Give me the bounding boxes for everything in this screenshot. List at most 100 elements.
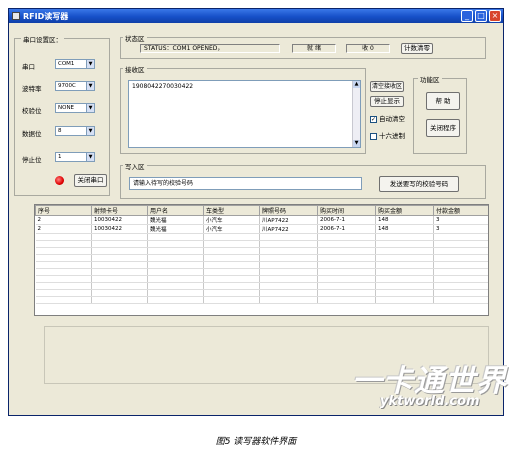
- stopbits-select[interactable]: 1 ▼: [55, 152, 95, 162]
- watermark-url: yktworld.com: [380, 394, 480, 409]
- table-cell: [203, 254, 260, 262]
- table-row[interactable]: [35, 282, 488, 290]
- table-cell: [433, 282, 488, 290]
- chevron-down-icon[interactable]: ▼: [86, 153, 94, 161]
- receive-scrollbar[interactable]: ▲ ▼: [352, 81, 360, 147]
- table-row[interactable]: [35, 268, 488, 276]
- table-row[interactable]: [35, 289, 488, 297]
- table-cell: [35, 268, 92, 276]
- table-cell: 2: [35, 224, 92, 234]
- status-ready-field: 就 绪: [292, 44, 336, 53]
- table-row[interactable]: [35, 261, 488, 269]
- table-cell: [375, 282, 434, 290]
- table-cell: [259, 240, 318, 248]
- table-row[interactable]: 2 10030422 魏光福 小汽车 川AP7422 2006-7-1 148 …: [35, 215, 488, 225]
- close-button[interactable]: ×: [489, 10, 501, 22]
- table-row[interactable]: [35, 247, 488, 255]
- close-port-button[interactable]: 关闭串口: [74, 174, 107, 187]
- status-count-field: 收 0: [346, 44, 390, 53]
- function-group: 功能区: [413, 74, 467, 154]
- table-cell: [91, 233, 148, 241]
- table-cell: [147, 268, 204, 276]
- chevron-down-icon[interactable]: ▼: [86, 127, 94, 135]
- parity-label: 校验位: [22, 107, 42, 115]
- scroll-down-icon[interactable]: ▼: [353, 140, 360, 147]
- hex-check-box: [370, 132, 377, 140]
- receive-group-label: 接收区: [123, 64, 147, 74]
- chevron-down-icon[interactable]: ▼: [86, 82, 94, 90]
- hex-label: 十六进制: [379, 132, 405, 140]
- table-cell: [317, 268, 376, 276]
- table-row[interactable]: 2 10030422 魏光福 小汽车 川AP7422 2006-7-1 148 …: [35, 224, 488, 234]
- databits-value: 8: [58, 128, 62, 134]
- table-cell: [35, 254, 92, 262]
- table-cell: [433, 289, 488, 297]
- port-settings-label: 串口设置区：: [21, 34, 64, 44]
- table-row[interactable]: [35, 240, 488, 248]
- table-cell: 2006-7-1: [317, 215, 376, 225]
- table-cell: 2006-7-1: [317, 224, 376, 234]
- port-value: COM1: [58, 61, 75, 67]
- write-input[interactable]: 请输入待写的校验号码: [129, 177, 362, 190]
- stop-display-button[interactable]: 停止显示: [370, 96, 404, 107]
- figure-caption: 图5 读写器软件界面: [215, 437, 297, 447]
- port-select[interactable]: COM1 ▼: [55, 59, 95, 69]
- table-cell: [35, 233, 92, 241]
- table-row[interactable]: [35, 275, 488, 283]
- table-cell: [375, 254, 434, 262]
- table-cell: [91, 240, 148, 248]
- col-header-payment[interactable]: 付款金额: [433, 205, 488, 216]
- table-cell: 小汽车: [203, 224, 260, 234]
- col-header-purchase-amount[interactable]: 购买金额: [375, 205, 434, 216]
- close-program-button[interactable]: 关闭程序: [426, 119, 460, 137]
- table-cell: [317, 282, 376, 290]
- table-cell: [147, 247, 204, 255]
- minimize-button[interactable]: _: [461, 10, 473, 22]
- hex-checkbox[interactable]: 十六进制: [370, 130, 405, 140]
- table-row[interactable]: [35, 254, 488, 262]
- table-row[interactable]: [35, 233, 488, 241]
- app-icon: [12, 12, 20, 20]
- col-header-card-no[interactable]: 射频卡号: [91, 205, 148, 216]
- records-table[interactable]: 序号 射频卡号 用户名 车类型 牌照号码 购买时间 购买金额 付款金额 2 10…: [34, 204, 489, 316]
- receive-textarea[interactable]: 1908042270030422 ▲ ▼: [128, 80, 361, 148]
- table-cell: [375, 261, 434, 269]
- table-cell: [433, 233, 488, 241]
- table-cell: [147, 233, 204, 241]
- col-header-vehicle-type[interactable]: 车类型: [203, 205, 260, 216]
- chevron-down-icon[interactable]: ▼: [86, 104, 94, 112]
- scroll-up-icon[interactable]: ▲: [353, 81, 360, 88]
- databits-select[interactable]: 8 ▼: [55, 126, 95, 136]
- table-cell: [259, 296, 318, 304]
- send-write-button[interactable]: 发送要写的校验号码: [379, 176, 459, 192]
- table-cell: 148: [375, 224, 434, 234]
- parity-value: NONE: [58, 105, 75, 111]
- table-cell: 川AP7422: [259, 224, 318, 234]
- table-row[interactable]: [35, 296, 488, 304]
- table-cell: [91, 261, 148, 269]
- table-cell: [375, 289, 434, 297]
- baud-select[interactable]: 9700C ▼: [55, 81, 95, 91]
- table-cell: [259, 275, 318, 283]
- clear-receive-button[interactable]: 清空接收区: [370, 81, 404, 92]
- col-header-index[interactable]: 序号: [35, 205, 92, 216]
- baud-value: 9700C: [58, 83, 76, 89]
- table-cell: [433, 254, 488, 262]
- table-cell: [317, 254, 376, 262]
- chevron-down-icon[interactable]: ▼: [86, 60, 94, 68]
- status-text: STATUS：COM1 OPENED，: [140, 44, 280, 53]
- auto-clear-checkbox[interactable]: ✓ 自动清空: [370, 113, 405, 123]
- col-header-user[interactable]: 用户名: [147, 205, 204, 216]
- parity-select[interactable]: NONE ▼: [55, 103, 95, 113]
- help-button[interactable]: 帮 助: [426, 92, 460, 110]
- clear-count-button[interactable]: 计数清零: [401, 43, 433, 54]
- table-cell: [35, 247, 92, 255]
- table-cell: [147, 289, 204, 297]
- title-bar[interactable]: RFID读写器 _ □ ×: [9, 9, 503, 23]
- col-header-purchase-time[interactable]: 购买时间: [317, 205, 376, 216]
- maximize-button[interactable]: □: [475, 10, 487, 22]
- table-cell: 3: [433, 224, 488, 234]
- col-header-plate[interactable]: 牌照号码: [259, 205, 318, 216]
- table-cell: [317, 261, 376, 269]
- table-cell: [203, 282, 260, 290]
